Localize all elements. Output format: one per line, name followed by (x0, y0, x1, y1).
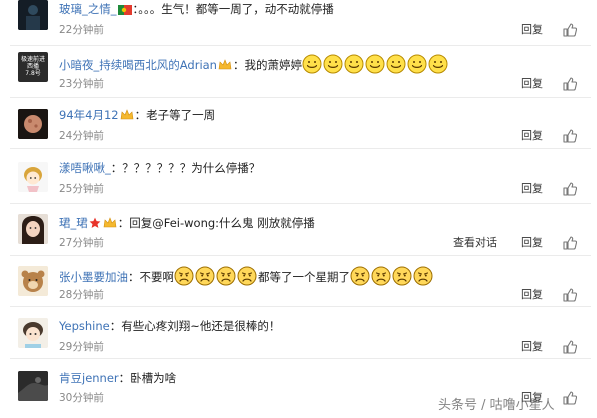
comment-item: 漾唔啾啾_：？？？？？？为什么停播？ 25分钟前 回复 (0, 149, 597, 204)
username-link[interactable]: 漾唔啾啾_ (59, 161, 111, 175)
sad-emoji-icon (174, 266, 194, 290)
avatar-text: 7.8号 (25, 70, 41, 77)
avatar[interactable] (18, 0, 48, 30)
comment-time: 23分钟前 (59, 78, 104, 90)
thumbs-up-icon[interactable] (563, 391, 578, 405)
view-conversation-button[interactable]: 查看对话 (453, 236, 497, 250)
comment-separator: ： (118, 371, 131, 385)
comment-time: 25分钟前 (59, 183, 104, 195)
username-link[interactable]: Yepshine (59, 319, 110, 333)
comment-line: 小暗夜_持续喝西北风的Adrian ：我的萧婷婷 (59, 54, 449, 78)
vip-crown-icon (103, 217, 117, 233)
smile-emoji-icon (407, 54, 427, 78)
comment-text: 老子等了一周 (146, 108, 216, 122)
comment-separator: ： (110, 161, 123, 175)
comment-item: Yepshine：有些心疼刘翔~他还是很棒的！ 29分钟前 回复 (0, 307, 597, 359)
comment-time: 29分钟前 (59, 341, 104, 353)
avatar[interactable] (18, 162, 48, 192)
star-badge-icon (89, 217, 101, 233)
comment-item: 张小墨要加油：不要啊 都等了一个星期了 28分钟前 回复 (0, 256, 597, 307)
comment-line: 玻璃_之情_ ：。。。生气！都等一周了，动不动就停播 (59, 1, 334, 19)
comment-text: 有些心疼刘翔~他还是很棒的！ (121, 319, 281, 333)
comment-item: 玻璃_之情_ ：。。。生气！都等一周了，动不动就停播 22分钟前 回复 (0, 0, 597, 46)
smile-emoji-icon (344, 54, 364, 78)
comment-text: 不要啊 (139, 270, 175, 284)
emoji-group (302, 54, 449, 74)
comment-line: 张小墨要加油：不要啊 都等了一个星期了 (59, 266, 434, 290)
flag-badge-icon (117, 3, 132, 19)
comment-item: 珺_珺 ：回复@Fei-wong:什么鬼 刚放就停播 27分钟前 查看对话 回复 (0, 204, 597, 256)
vip-crown-icon (120, 109, 134, 125)
reply-button[interactable]: 回复 (521, 182, 543, 196)
sad-emoji-icon (371, 266, 391, 290)
comment-text: 回复@Fei-wong:什么鬼 刚放就停播 (129, 216, 315, 230)
sad-emoji-icon (237, 266, 257, 290)
comment-line: 肯豆jenner：卧槽为啥 (59, 370, 176, 386)
avatar[interactable] (18, 266, 48, 296)
comment-line: Yepshine：有些心疼刘翔~他还是很棒的！ (59, 318, 280, 334)
comment-separator: ： (117, 216, 130, 230)
smile-emoji-icon (302, 54, 322, 78)
comment-list: 玻璃_之情_ ：。。。生气！都等一周了，动不动就停播 22分钟前 回复 极速前进 … (0, 0, 597, 418)
comment-time: 27分钟前 (59, 237, 104, 249)
emoji-group (174, 266, 258, 286)
thumbs-up-icon[interactable] (563, 182, 578, 196)
avatar[interactable] (18, 318, 48, 348)
reply-button[interactable]: 回复 (521, 236, 543, 250)
smile-emoji-icon (386, 54, 406, 78)
reply-button[interactable]: 回复 (521, 129, 543, 143)
avatar[interactable]: 极速前进 西播 7.8号 (18, 52, 48, 82)
comment-separator: ： (232, 58, 245, 72)
thumbs-up-icon[interactable] (563, 340, 578, 354)
username-link[interactable]: 玻璃_之情_ (59, 2, 117, 16)
username-link[interactable]: 小暗夜_持续喝西北风的Adrian (59, 58, 217, 72)
thumbs-up-icon[interactable] (563, 129, 578, 143)
comment-text: 我的萧婷婷 (244, 58, 302, 72)
avatar[interactable] (18, 214, 48, 244)
comment-item: 94年4月12 ：老子等了一周 24分钟前 回复 (0, 98, 597, 149)
avatar[interactable] (18, 371, 48, 401)
sad-emoji-icon (413, 266, 433, 290)
thumbs-up-icon[interactable] (563, 236, 578, 250)
username-link[interactable]: 肯豆jenner (59, 371, 119, 385)
sad-emoji-icon (392, 266, 412, 290)
sad-emoji-icon (195, 266, 215, 290)
username-link[interactable]: 94年4月12 (59, 108, 119, 122)
comment-time: 30分钟前 (59, 392, 104, 404)
username-link[interactable]: 珺_珺 (59, 216, 88, 230)
vip-crown-icon (218, 59, 232, 75)
sad-emoji-icon (216, 266, 236, 290)
avatar-text: 西播 (26, 63, 39, 70)
reply-button[interactable]: 回复 (521, 340, 543, 354)
comment-separator: ： (134, 108, 147, 122)
comment-item: 极速前进 西播 7.8号 小暗夜_持续喝西北风的Adrian ：我的萧婷婷 23分… (0, 46, 597, 98)
comment-line: 漾唔啾啾_：？？？？？？为什么停播？ (59, 160, 260, 176)
smile-emoji-icon (365, 54, 385, 78)
reply-button[interactable]: 回复 (521, 23, 543, 37)
comment-separator: ： (128, 270, 140, 284)
comment-separator: ： (109, 319, 122, 333)
thumbs-up-icon[interactable] (563, 288, 578, 302)
reply-button[interactable]: 回复 (521, 288, 543, 302)
emoji-group (350, 266, 434, 286)
comment-text: ？？？？？？为什么停播？ (122, 161, 261, 175)
avatar-text: 极速前进 (20, 56, 45, 63)
watermark: 头条号 / 咕噜小星人 (438, 398, 555, 413)
comment-text: 都等了一个星期了 (258, 270, 350, 284)
avatar[interactable] (18, 109, 48, 139)
smile-emoji-icon (428, 54, 448, 78)
comment-line: 94年4月12 ：老子等了一周 (59, 107, 215, 125)
thumbs-up-icon[interactable] (563, 77, 578, 91)
thumbs-up-icon[interactable] (563, 23, 578, 37)
comment-line: 珺_珺 ：回复@Fei-wong:什么鬼 刚放就停播 (59, 215, 315, 233)
username-link[interactable]: 张小墨要加油 (59, 270, 128, 284)
comment-time: 22分钟前 (59, 24, 104, 36)
comment-text: 卧槽为啥 (130, 371, 177, 385)
comment-text: 。。。生气！都等一周了，动不动就停播 (138, 2, 334, 16)
reply-button[interactable]: 回复 (521, 77, 543, 91)
smile-emoji-icon (323, 54, 343, 78)
comment-time: 24分钟前 (59, 130, 104, 142)
comment-time: 28分钟前 (59, 289, 104, 301)
sad-emoji-icon (350, 266, 370, 290)
